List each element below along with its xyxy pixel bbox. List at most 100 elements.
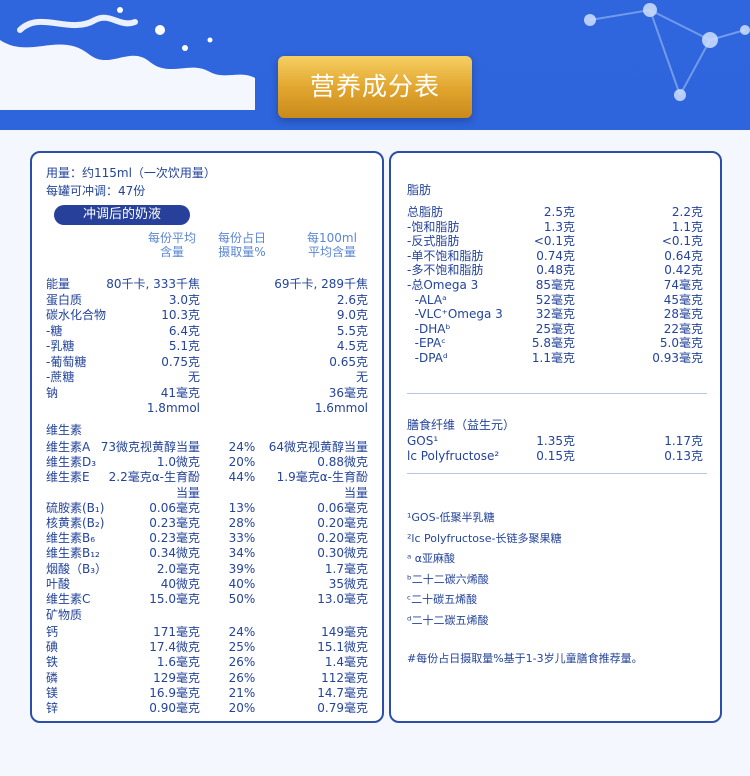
per-100ml-value: 1.17克 <box>664 434 703 448</box>
per-100ml-value: 0.42克 <box>664 263 703 278</box>
nutrient-name: 镁 <box>46 685 59 700</box>
nutrient-name: -葡萄糖 <box>46 354 87 369</box>
footnote-item: ᶜ二十碳五烯酸 <box>407 593 478 606</box>
per-serving-value: 3.0克 <box>168 292 200 307</box>
per-serving-value: 16.9毫克 <box>149 685 200 700</box>
fat-name: -DPAᵈ <box>407 351 448 365</box>
per-100ml-value: 1.1克 <box>671 219 703 234</box>
nutrient-name: 维生素A <box>46 440 91 454</box>
nutrient-name: 叶酸 <box>46 576 71 591</box>
per-serving-value: 2.2毫克α-生育酚 <box>108 470 200 485</box>
fat-name: 总脂肪 <box>407 205 444 219</box>
title-badge: 营养成分表 <box>278 56 472 118</box>
per-100ml-value: 0.93毫克 <box>652 351 703 365</box>
milk-splash-decoration <box>0 7 255 110</box>
per-100ml-value: 5.5克 <box>336 323 368 338</box>
per-serving-value: 0.74克 <box>536 248 575 263</box>
per-100ml-value: 0.88微克 <box>317 455 368 470</box>
per-100ml-value: 35微克 <box>328 576 368 591</box>
per-serving-value: 0.75克 <box>161 354 200 369</box>
nutrient-name: -乳糖 <box>46 339 75 353</box>
fiber-title: 膳食纤维（益生元） <box>407 418 516 432</box>
per-serving-value: 52毫克 <box>535 292 575 307</box>
per-serving-value: 17.4微克 <box>149 640 200 655</box>
nutrient-name: 能量 <box>46 277 71 291</box>
per-100ml-value: <0.1克 <box>661 234 703 249</box>
per-100ml-value: 2.6克 <box>336 292 368 307</box>
per-serving-value: 0.48克 <box>536 263 575 278</box>
per-serving-value: 15.0毫克 <box>149 592 200 606</box>
divider <box>407 393 707 394</box>
fat-name: -反式脂肪 <box>407 234 460 249</box>
fat-name: -多不饱和脂肪 <box>407 263 484 278</box>
per-serving-value: 1.1毫克 <box>531 351 575 365</box>
nutrient-name: -蔗糖 <box>46 370 75 384</box>
fat-name: -总Omega 3 <box>407 278 479 292</box>
col-header-per-100ml: 每100ml 平均含量 <box>307 231 357 259</box>
per-100ml-value: 2.2克 <box>671 205 703 219</box>
fat-name: -VLC⁺Omega 3 <box>407 307 503 322</box>
nutrient-name: -糖 <box>46 323 63 338</box>
per-100ml-value: 22毫克 <box>663 321 703 336</box>
per-100ml-value: 1.6mmol <box>314 401 368 415</box>
right-nutrition-panel: 脂肪 总脂肪 2.5克 2.2克 -饱和脂肪 1.3克 1.1克 -反式脂肪 <0.1克 <0.… <box>389 151 722 723</box>
nutrition-page: 营养成分表 用量：约115ml（一次饮用量） 每罐可冲调：47份 冲调后的奶液 … <box>0 0 750 776</box>
per-100ml-value: 149毫克 <box>321 625 368 639</box>
per-100ml-value: 74毫克 <box>663 278 703 292</box>
footnote-item: ¹GOS-低聚半乳糖 <box>407 511 495 524</box>
fiber-name: GOS¹ <box>407 434 439 448</box>
per-serving-value: 73微克视黄醇当量 <box>100 440 200 454</box>
per-serving-value: 2.5克 <box>543 205 575 219</box>
footnote: #每份占日摄取量%基于1-3岁儿童膳食推荐量。 <box>407 652 643 665</box>
per-serving-value: 0.23毫克 <box>149 516 200 530</box>
per-100ml-value: 13.0毫克 <box>317 592 368 606</box>
nutrient-name: 蛋白质 <box>46 292 83 307</box>
footnote-item: ᵈ二十二碳五烯酸 <box>407 613 489 627</box>
fat-name: -饱和脂肪 <box>407 219 460 234</box>
col-header-daily-percent: 每份占日 摄取量% <box>217 231 266 259</box>
per-100ml-value: 1.4毫克 <box>324 655 368 670</box>
per-serving-value: 5.8毫克 <box>531 336 575 351</box>
fat-name: -DHAᵇ <box>407 321 451 336</box>
per-100ml-value: 14.7毫克 <box>317 685 368 700</box>
per-serving-value: 0.06毫克 <box>149 500 200 515</box>
per-serving-value: 41毫克 <box>160 385 200 400</box>
footnote-item: ²lc Polyfructose-长链多聚果糖 <box>407 531 562 545</box>
dose-text: 用量：约115ml（一次饮用量） <box>46 166 216 180</box>
per-100ml-value: 0.30微克 <box>317 546 368 561</box>
nutrient-name: 磷 <box>46 670 59 685</box>
col-header-per-serving: 每份平均 含量 <box>147 231 196 259</box>
per-100ml-value: 0.20毫克 <box>317 516 368 530</box>
per-serving-value: 171毫克 <box>153 625 200 639</box>
nutrient-name: 碘 <box>46 640 59 655</box>
per-100ml-value: 0.20毫克 <box>317 531 368 546</box>
per-100ml-value: 9.0克 <box>336 308 368 322</box>
per-100ml-value: 1.9毫克α-生育酚 <box>276 470 368 485</box>
per-serving-value: 1.3克 <box>543 219 575 234</box>
page-title: 营养成分表 <box>309 72 440 101</box>
divider <box>407 473 707 474</box>
per-100ml-value: 0.06毫克 <box>317 500 368 515</box>
per-serving-value: 10.3克 <box>161 308 200 322</box>
per-serving-value: 80千卡, 333千焦 <box>106 277 200 291</box>
per-serving-value: 2.0毫克 <box>156 561 200 576</box>
per-serving-value: 无 <box>187 370 200 384</box>
footnote-item: ᵇ二十二碳六烯酸 <box>407 572 489 586</box>
per-serving-value: 1.0微克 <box>156 455 200 470</box>
per-serving-value: 5.1克 <box>168 339 200 353</box>
per-100ml-value: 无 <box>355 370 368 384</box>
per-100ml-value: 当量 <box>343 485 368 500</box>
molecule-network-decoration <box>584 3 750 101</box>
fat-name: -EPAᶜ <box>407 336 446 351</box>
left-nutrition-panel: 用量：约115ml（一次饮用量） 每罐可冲调：47份 冲调后的奶液 每份平均 含量… <box>30 151 384 723</box>
per-serving-value: 0.34微克 <box>149 546 200 561</box>
per-100ml-value: 0.79毫克 <box>317 701 368 715</box>
per-100ml-value: 5.0毫克 <box>659 336 703 351</box>
per-serving-value: 1.6毫克 <box>156 655 200 670</box>
per-serving-value: 0.23毫克 <box>149 531 200 546</box>
nutrient-name: 锌 <box>46 701 59 715</box>
per-100ml-value: 0.13克 <box>664 448 703 463</box>
per-100ml-value: 0.65克 <box>329 354 368 369</box>
per-serving-value: 当量 <box>175 485 200 500</box>
per-serving-value: 85毫克 <box>535 278 575 292</box>
